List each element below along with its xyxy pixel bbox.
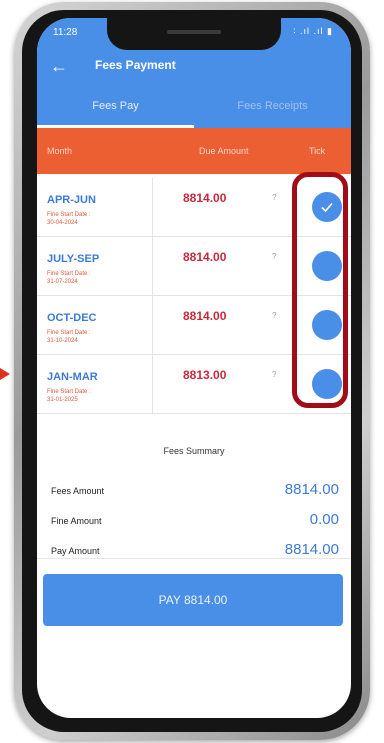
fine-start-date: 30-04-2024 — [47, 220, 78, 226]
tab-fees-receipts[interactable]: Fees Receipts — [194, 100, 351, 112]
column-divider — [152, 296, 153, 354]
phone-notch — [107, 18, 281, 50]
pay-button[interactable]: PAY 8814.00 — [43, 574, 343, 626]
status-time: 11:28 — [53, 27, 78, 38]
column-divider — [152, 237, 153, 295]
row-due-amount: 8814.00 — [183, 309, 227, 323]
fine-start-label: Fine Start Date : — [47, 389, 91, 395]
info-icon[interactable]: ? — [272, 370, 276, 379]
row-month: OCT-DEC — [47, 312, 97, 324]
back-arrow-icon[interactable]: ← — [49, 56, 69, 76]
row-month: APR-JUN — [47, 194, 96, 206]
tick-column-highlight — [292, 172, 348, 408]
pay-amount-label: Pay Amount — [51, 546, 100, 556]
tab-fees-pay[interactable]: Fees Pay — [37, 100, 194, 112]
notch-speaker — [167, 30, 221, 34]
annotation-arrow — [0, 368, 10, 380]
fees-table-header: Month Due Amount Tick — [37, 128, 351, 174]
fine-start-label: Fine Start Date : — [47, 212, 91, 218]
row-month: JAN-MAR — [47, 371, 98, 383]
fine-start-date: 31-10-2024 — [47, 338, 78, 344]
info-icon[interactable]: ? — [272, 193, 276, 202]
fees-amount-label: Fees Amount — [51, 486, 105, 496]
fine-amount-label: Fine Amount — [51, 516, 102, 526]
fees-amount-value: 8814.00 — [284, 481, 339, 498]
column-header-due-amount: Due Amount — [199, 146, 249, 156]
fine-start-date: 31-01-2025 — [47, 397, 78, 403]
fine-start-label: Fine Start Date : — [47, 330, 91, 336]
column-header-month: Month — [47, 146, 73, 156]
fine-amount-value: 0.00 — [309, 511, 339, 528]
pay-amount-value: 8814.00 — [284, 541, 339, 558]
row-due-amount: 8814.00 — [183, 250, 227, 264]
status-icons: ∶ .ıl .ıl ▮ — [293, 26, 333, 36]
column-divider — [152, 355, 153, 413]
summary-title: Fees Summary — [163, 446, 225, 456]
info-icon[interactable]: ? — [272, 252, 276, 261]
row-month: JULY-SEP — [47, 253, 100, 265]
column-header-tick: Tick — [309, 146, 326, 156]
page-title: Fees Payment — [95, 58, 176, 72]
row-due-amount: 8814.00 — [183, 191, 227, 205]
fees-summary: Fees Summary Fees Amount 8814.00 Fine Am… — [37, 436, 351, 559]
column-divider — [152, 178, 153, 236]
info-icon[interactable]: ? — [272, 311, 276, 320]
fine-start-date: 31-07-2024 — [47, 279, 78, 285]
fine-start-label: Fine Start Date : — [47, 271, 91, 277]
row-due-amount: 8813.00 — [183, 368, 227, 382]
phone-screen: 11:28 ∶ .ıl .ıl ▮ ← Fees Payment Fees Pa… — [37, 18, 351, 718]
